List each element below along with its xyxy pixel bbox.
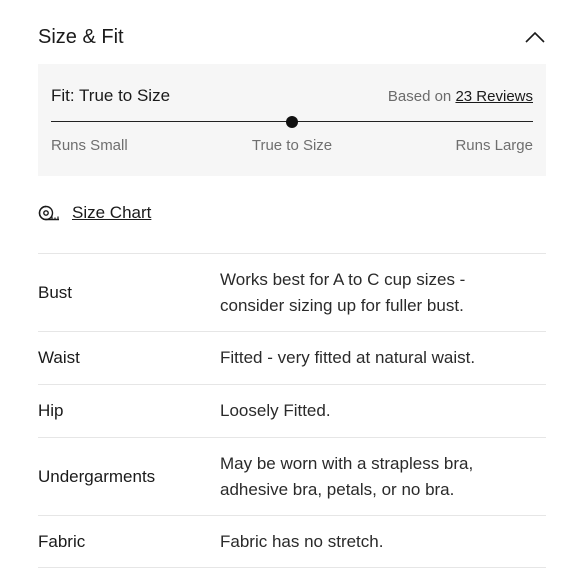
chevron-up-icon[interactable] [524,30,546,44]
row-description: Works best for A to C cup sizes - consid… [220,267,546,319]
row-description-line: Fabric has no stretch. [220,531,384,551]
row-description: May be worn with a strapless bra, adhesi… [220,451,546,503]
size-chart-label: Size Chart [72,203,152,222]
table-row: Fabric Fabric has no stretch. [38,515,546,568]
based-on-text: Based on [387,88,452,105]
fit-summary-panel: Fit: True to Size Based on 23 Reviews Ru… [38,64,546,176]
table-row: Bust Works best for A to C cup sizes - c… [38,253,546,331]
table-row: Waist Fitted - very fitted at natural wa… [38,331,546,384]
scale-label-true-to-size: True to Size [251,137,333,154]
row-name: Fabric [38,531,86,551]
row-description-line: consider sizing up for fuller bust. [220,295,464,315]
size-fit-accordion-header[interactable]: Size & Fit [38,20,546,54]
row-description-line: adhesive bra, petals, or no bra. [220,479,455,499]
row-name: Waist [38,348,80,367]
fit-details-table: Bust Works best for A to C cup sizes - c… [38,253,546,568]
fit-label: Fit: True to Size [51,86,171,105]
table-row: Hip Loosely Fitted. [38,384,546,437]
row-name: Undergarments [38,466,156,486]
section-title: Size & Fit [38,25,124,48]
row-description-line: Works best for A to C cup sizes - [220,269,466,289]
measuring-tape-icon [38,205,59,221]
size-and-fit-page: Size & Fit Fit: True to Size Based on 23… [0,0,580,580]
reviews-link[interactable]: 23 Reviews [455,88,533,105]
scale-label-runs-small: Runs Small [51,137,128,154]
row-description: Fitted - very fitted at natural waist. [220,345,546,371]
reviews-summary: Based on 23 Reviews [388,88,533,105]
row-name: Hip [38,401,64,420]
row-description: Fabric has no stretch. [220,529,546,555]
row-description-line: May be worn with a strapless bra, [220,453,474,473]
table-row: Undergarments May be worn with a straple… [38,437,546,515]
row-description-line: Loosely Fitted. [220,401,331,420]
row-description: Loosely Fitted. [220,398,546,424]
fit-scale-marker [286,116,298,128]
size-chart-link[interactable]: Size Chart [38,200,151,226]
row-name: Bust [38,282,73,302]
scale-label-runs-large: Runs Large [455,137,533,154]
row-description-line: Fitted - very fitted at natural waist. [220,348,476,367]
